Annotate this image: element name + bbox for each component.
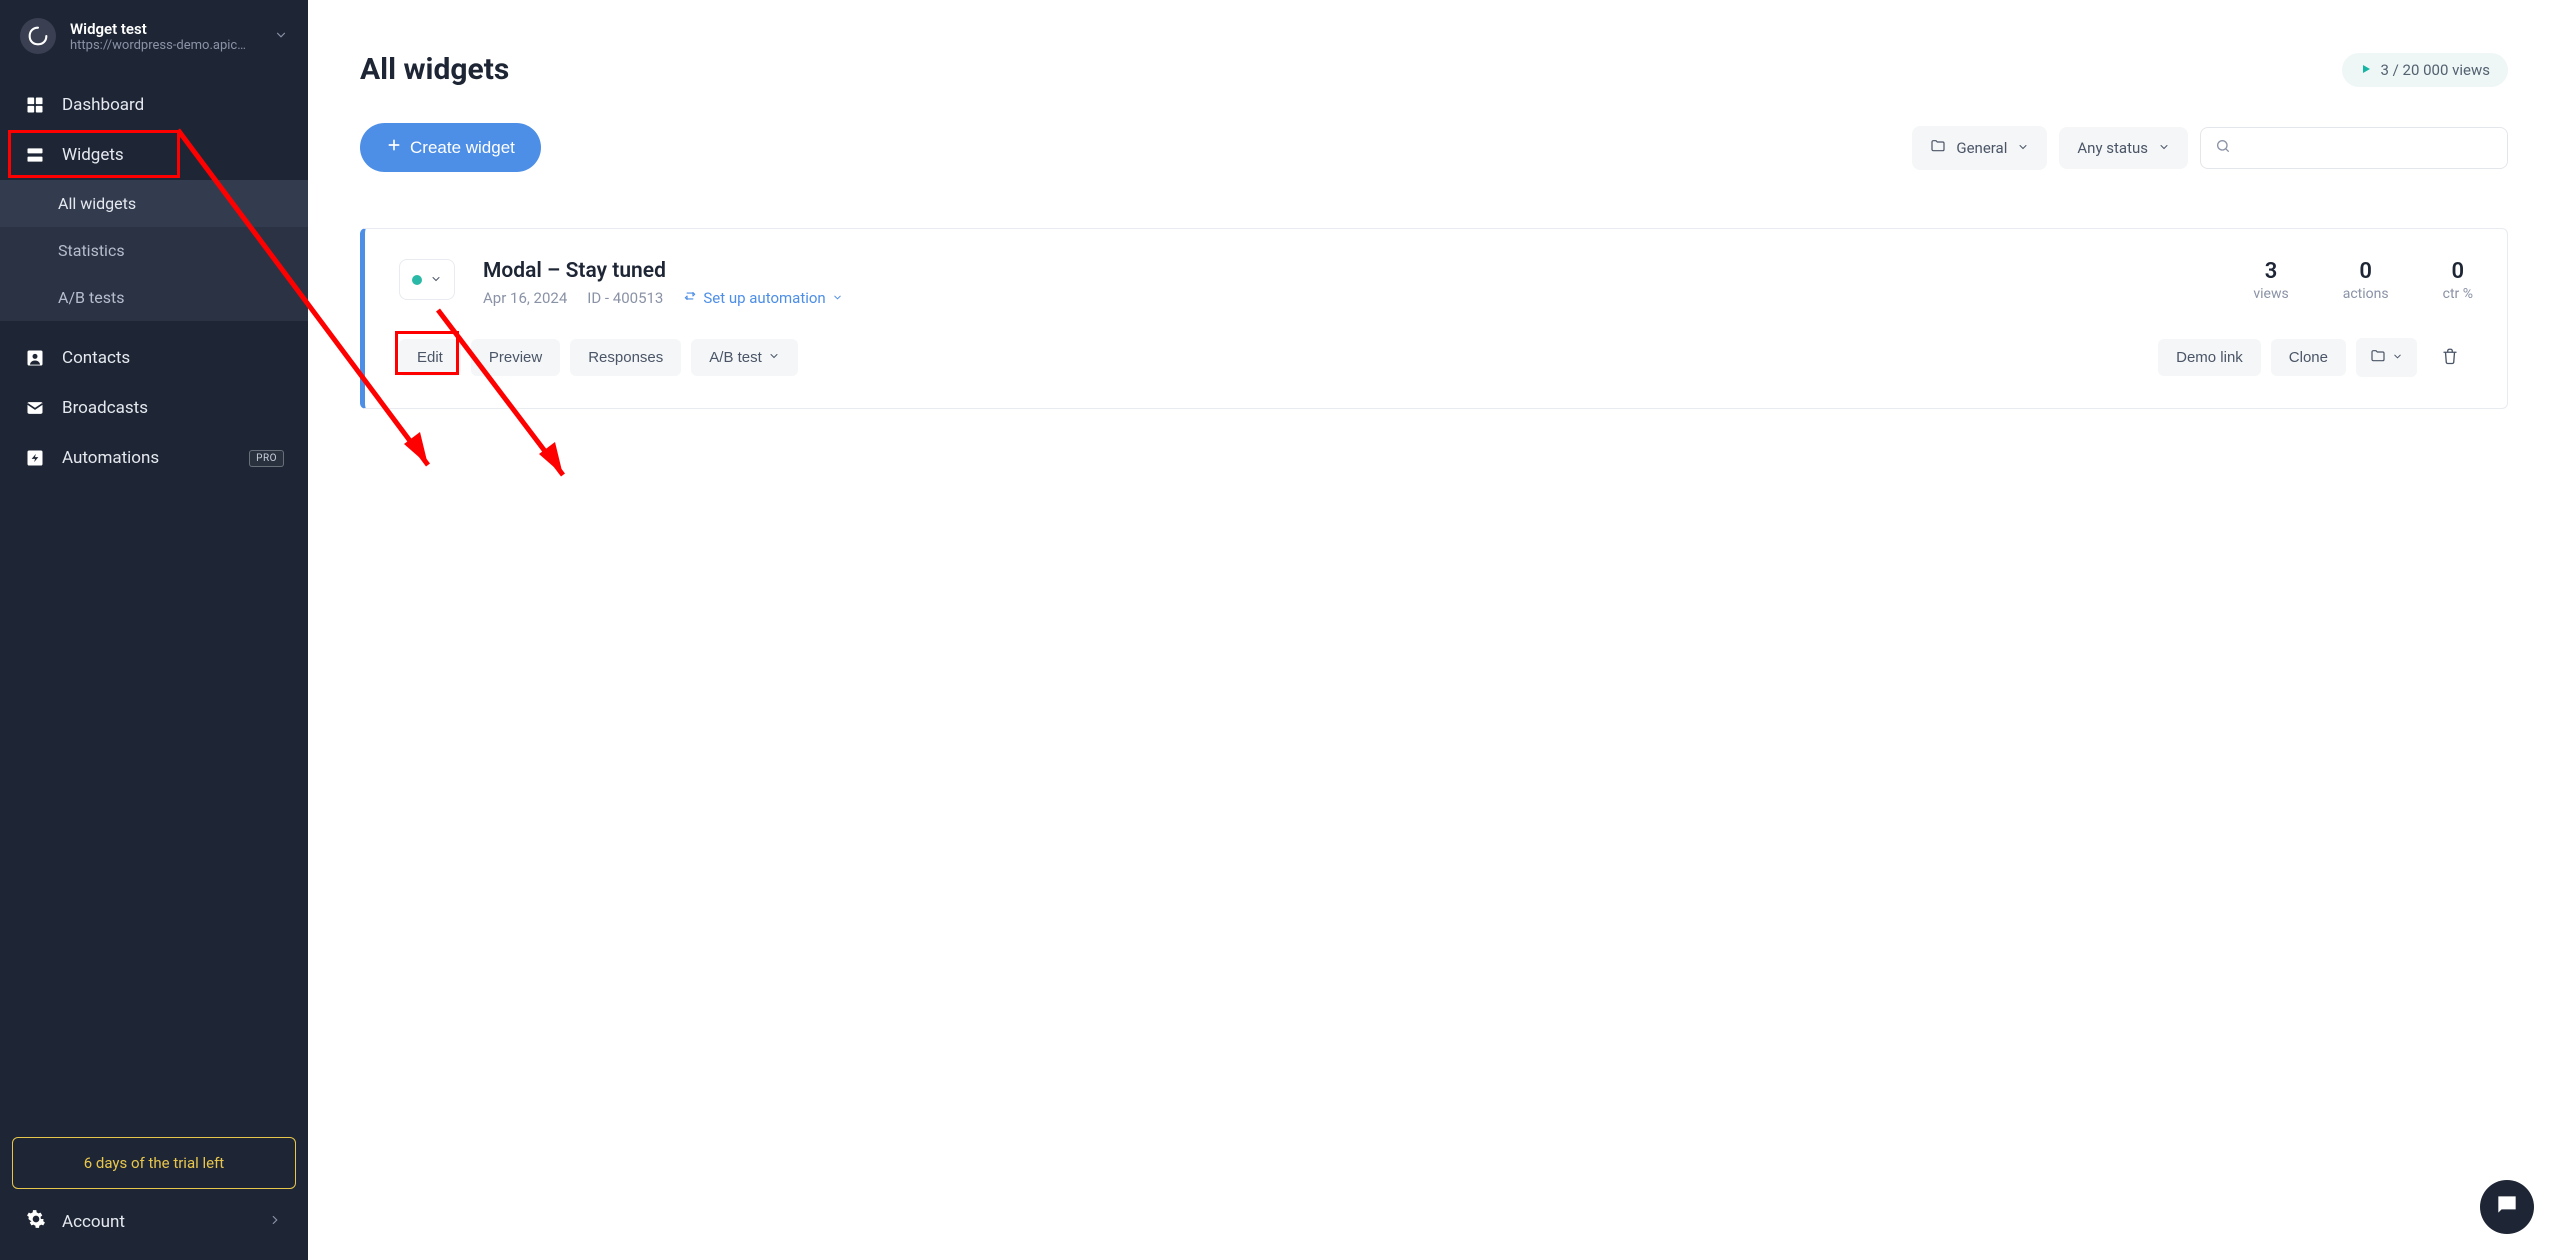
stat-actions-label: actions bbox=[2343, 286, 2389, 302]
trash-icon bbox=[2441, 353, 2459, 368]
stat-views-label: views bbox=[2253, 286, 2288, 302]
stat-views-value: 3 bbox=[2253, 259, 2288, 284]
contacts-icon bbox=[24, 347, 46, 369]
stat-ctr-value: 0 bbox=[2443, 259, 2473, 284]
filter-label: General bbox=[1956, 139, 2007, 157]
broadcasts-icon bbox=[24, 397, 46, 419]
nav-ab-tests[interactable]: A/B tests bbox=[0, 274, 308, 321]
widget-title[interactable]: Modal – Stay tuned bbox=[483, 259, 2225, 283]
widget-stats: 3 views 0 actions 0 ctr % bbox=[2253, 259, 2473, 302]
nav-label: Dashboard bbox=[62, 95, 144, 115]
search-box[interactable] bbox=[2200, 127, 2508, 169]
page-title: All widgets bbox=[360, 52, 509, 87]
widget-date: Apr 16, 2024 bbox=[483, 289, 567, 307]
nav-broadcasts[interactable]: Broadcasts bbox=[0, 383, 308, 433]
views-text: 3 / 20 000 views bbox=[2380, 61, 2490, 79]
annotation-highlight-widgets bbox=[8, 130, 180, 178]
chevron-down-icon bbox=[430, 270, 442, 289]
chevron-down-icon bbox=[832, 289, 843, 307]
project-logo bbox=[20, 18, 56, 54]
chevron-down-icon bbox=[2017, 139, 2029, 157]
folder-icon bbox=[2370, 348, 2386, 367]
project-title: Widget test bbox=[70, 20, 260, 38]
create-widget-button[interactable]: Create widget bbox=[360, 123, 541, 172]
folder-icon bbox=[1930, 138, 1946, 158]
project-selector[interactable]: Widget test https://wordpress-demo.apic… bbox=[0, 0, 308, 72]
dashboard-icon bbox=[24, 94, 46, 116]
widget-card: Modal – Stay tuned Apr 16, 2024 ID - 400… bbox=[360, 228, 2508, 409]
nav-label: Broadcasts bbox=[62, 398, 148, 418]
plus-icon bbox=[386, 137, 402, 158]
gear-icon bbox=[26, 1209, 46, 1234]
pro-badge: PRO bbox=[249, 450, 284, 467]
nav-label: Account bbox=[62, 1212, 125, 1232]
button-label: A/B test bbox=[709, 349, 762, 366]
automation-icon bbox=[683, 289, 697, 307]
responses-button[interactable]: Responses bbox=[570, 339, 681, 376]
sidebar: Widget test https://wordpress-demo.apic…… bbox=[0, 0, 308, 1260]
views-badge[interactable]: 3 / 20 000 views bbox=[2342, 53, 2508, 87]
preview-button[interactable]: Preview bbox=[471, 339, 560, 376]
nav-label: Contacts bbox=[62, 348, 130, 368]
chevron-right-icon bbox=[268, 1212, 282, 1232]
automations-icon bbox=[24, 447, 46, 469]
nav: Dashboard Widgets All widgets Statistics… bbox=[0, 80, 308, 1125]
widget-id: ID - 400513 bbox=[587, 289, 663, 307]
chevron-down-icon bbox=[274, 27, 288, 46]
status-filter[interactable]: Any status bbox=[2059, 127, 2188, 169]
nav-dashboard[interactable]: Dashboard bbox=[0, 80, 308, 130]
play-icon bbox=[2360, 61, 2372, 79]
ab-test-button[interactable]: A/B test bbox=[691, 339, 798, 376]
project-url: https://wordpress-demo.apic… bbox=[70, 38, 250, 53]
clone-button[interactable]: Clone bbox=[2271, 339, 2346, 376]
status-dot-active bbox=[412, 275, 422, 285]
chevron-down-icon bbox=[2158, 139, 2170, 157]
delete-button[interactable] bbox=[2427, 337, 2473, 378]
trial-notice[interactable]: 6 days of the trial left bbox=[12, 1137, 296, 1189]
nav-statistics[interactable]: Statistics bbox=[0, 227, 308, 274]
button-label: Create widget bbox=[410, 138, 515, 158]
stat-ctr-label: ctr % bbox=[2443, 286, 2473, 302]
nav-label: Automations bbox=[62, 448, 159, 468]
annotation-highlight-edit bbox=[395, 331, 459, 375]
nav-contacts[interactable]: Contacts bbox=[0, 333, 308, 383]
main-content: All widgets 3 / 20 000 views Create widg… bbox=[308, 0, 2560, 1260]
chevron-down-icon bbox=[768, 349, 780, 366]
folder-filter[interactable]: General bbox=[1912, 126, 2047, 170]
nav-widgets-submenu: All widgets Statistics A/B tests bbox=[0, 180, 308, 321]
nav-automations[interactable]: Automations PRO bbox=[0, 433, 308, 483]
chat-icon bbox=[2494, 1192, 2520, 1222]
search-input[interactable] bbox=[2241, 139, 2493, 156]
chat-fab[interactable] bbox=[2480, 1180, 2534, 1234]
move-folder-button[interactable] bbox=[2356, 338, 2417, 377]
widget-status-toggle[interactable] bbox=[399, 259, 455, 300]
search-icon bbox=[2215, 138, 2231, 158]
filter-label: Any status bbox=[2077, 139, 2148, 157]
chevron-down-icon bbox=[2392, 350, 2403, 365]
stat-actions-value: 0 bbox=[2343, 259, 2389, 284]
setup-automation-link[interactable]: Set up automation bbox=[683, 289, 842, 307]
nav-account[interactable]: Account bbox=[12, 1189, 296, 1248]
nav-all-widgets[interactable]: All widgets bbox=[0, 180, 308, 227]
link-label: Set up automation bbox=[703, 289, 825, 307]
demo-link-button[interactable]: Demo link bbox=[2158, 339, 2261, 376]
